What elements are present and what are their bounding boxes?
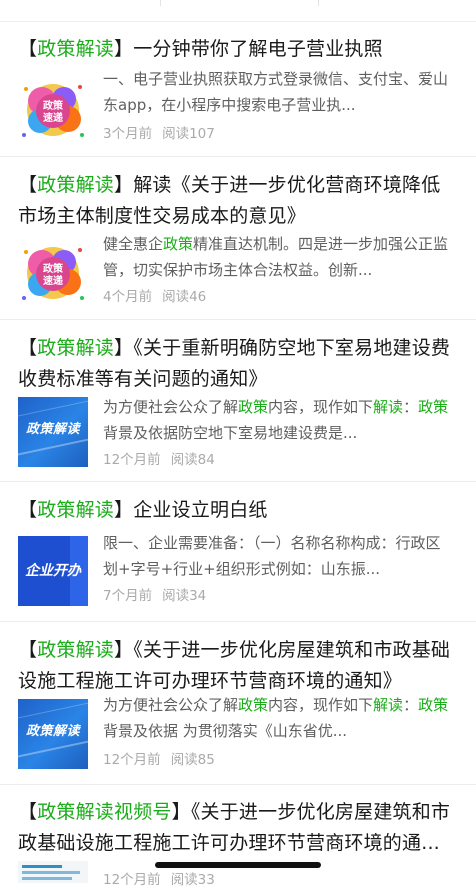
- policy-interpretation-cover-icon: 政策解读: [18, 699, 88, 769]
- article-summary: 限一、企业需要准备：（一）名称名称构成：行政区划+字号+行业+组织形式例如：山东…: [103, 534, 441, 578]
- publish-time: 12个月前: [103, 452, 161, 468]
- publish-time: 7个月前: [103, 588, 153, 604]
- article-thumbnail[interactable]: 政策 速递: [18, 77, 88, 147]
- publish-time: 12个月前: [103, 752, 161, 768]
- read-count: 阅读107: [162, 126, 215, 142]
- document-cover-icon: [18, 861, 88, 883]
- read-count: 阅读34: [162, 588, 207, 604]
- publish-time: 3个月前: [103, 126, 153, 142]
- article-meta: 7个月前 阅读34: [103, 584, 206, 604]
- article-thumbnail[interactable]: 企业开办: [18, 536, 88, 606]
- divider: [160, 0, 161, 6]
- article-summary: 为方便社会公众了解政策内容，现作如下解读：政策背景及依据防空地下室易地建设费是.…: [103, 398, 449, 442]
- read-count: 阅读85: [170, 752, 215, 768]
- read-count: 阅读46: [162, 289, 207, 305]
- divider: [318, 0, 319, 6]
- article-meta: 4个月前 阅读46: [103, 285, 206, 305]
- publish-time: 4个月前: [103, 289, 153, 305]
- article-title[interactable]: 【政策解读】企业设立明白纸: [18, 495, 458, 526]
- enterprise-start-cover-icon: 企业开办: [18, 536, 88, 606]
- article-title[interactable]: 【政策解读】《关于重新明确防空地下室易地建设费收费标准等有关问题的通知》: [18, 333, 458, 395]
- svg-text:速递: 速递: [43, 111, 63, 124]
- policy-interpretation-cover-icon: 政策解读: [18, 397, 88, 467]
- read-count: 阅读84: [170, 452, 215, 468]
- read-count: 阅读33: [170, 872, 215, 888]
- article-list-item[interactable]: 【政策解读视频号】《关于进一步优化房屋建筑和市政基础设施工程施工许可办理环节营商…: [0, 785, 476, 888]
- article-title[interactable]: 【政策解读】解读《关于进一步优化营商环境降低市场主体制度性交易成本的意见》: [18, 170, 458, 232]
- article-meta: 12个月前 阅读33: [103, 868, 215, 888]
- article-thumbnail[interactable]: 政策解读: [18, 397, 88, 467]
- article-summary: 健全惠企政策精准直达机制。四是进一步加强公正监管，切实保护市场主体合法权益。创新…: [103, 235, 449, 279]
- article-title[interactable]: 【政策解读】《关于进一步优化房屋建筑和市政基础设施工程施工许可办理环节营商环境的…: [18, 635, 458, 697]
- article-list-item[interactable]: 【政策解读】《关于进一步优化房屋建筑和市政基础设施工程施工许可办理环节营商环境的…: [0, 622, 476, 785]
- svg-text:速递: 速递: [43, 274, 63, 287]
- article-list-item[interactable]: 【政策解读】解读《关于进一步优化营商环境降低市场主体制度性交易成本的意见》 政策…: [0, 157, 476, 320]
- home-indicator[interactable]: [155, 862, 321, 868]
- publish-time: 12个月前: [103, 872, 161, 888]
- policy-express-badge-icon: 政策 速递: [18, 77, 88, 147]
- article-title[interactable]: 【政策解读】一分钟带你了解电子营业执照: [18, 34, 458, 65]
- article-thumbnail[interactable]: 政策 速递: [18, 240, 88, 310]
- article-list-item[interactable]: 【政策解读】企业设立明白纸 企业开办 限一、企业需要准备：（一）名称名称构成：行…: [0, 482, 476, 622]
- article-summary: 为方便社会公众了解政策内容，现作如下解读：政策背景及依据 为贯彻落实《山东省优.…: [103, 696, 449, 740]
- article-thumbnail[interactable]: [18, 861, 88, 883]
- article-thumbnail[interactable]: 政策解读: [18, 699, 88, 769]
- svg-text:政策: 政策: [43, 262, 64, 275]
- top-bar: [0, 0, 476, 22]
- article-list-item[interactable]: 【政策解读】一分钟带你了解电子营业执照 政策 速递 一、电子营业执照获取方式登录…: [0, 22, 476, 157]
- article-meta: 12个月前 阅读85: [103, 748, 215, 768]
- policy-express-badge-icon: 政策 速递: [18, 240, 88, 310]
- article-meta: 3个月前 阅读107: [103, 122, 215, 142]
- svg-text:政策: 政策: [43, 99, 64, 112]
- article-title[interactable]: 【政策解读视频号】《关于进一步优化房屋建筑和市政基础设施工程施工许可办理环节营商…: [18, 797, 458, 859]
- article-list-item[interactable]: 【政策解读】《关于重新明确防空地下室易地建设费收费标准等有关问题的通知》 政策解…: [0, 320, 476, 482]
- article-meta: 12个月前 阅读84: [103, 448, 215, 468]
- article-summary: 一、电子营业执照获取方式登录微信、支付宝、爱山东app，在小程序中搜索电子营业执…: [103, 70, 449, 114]
